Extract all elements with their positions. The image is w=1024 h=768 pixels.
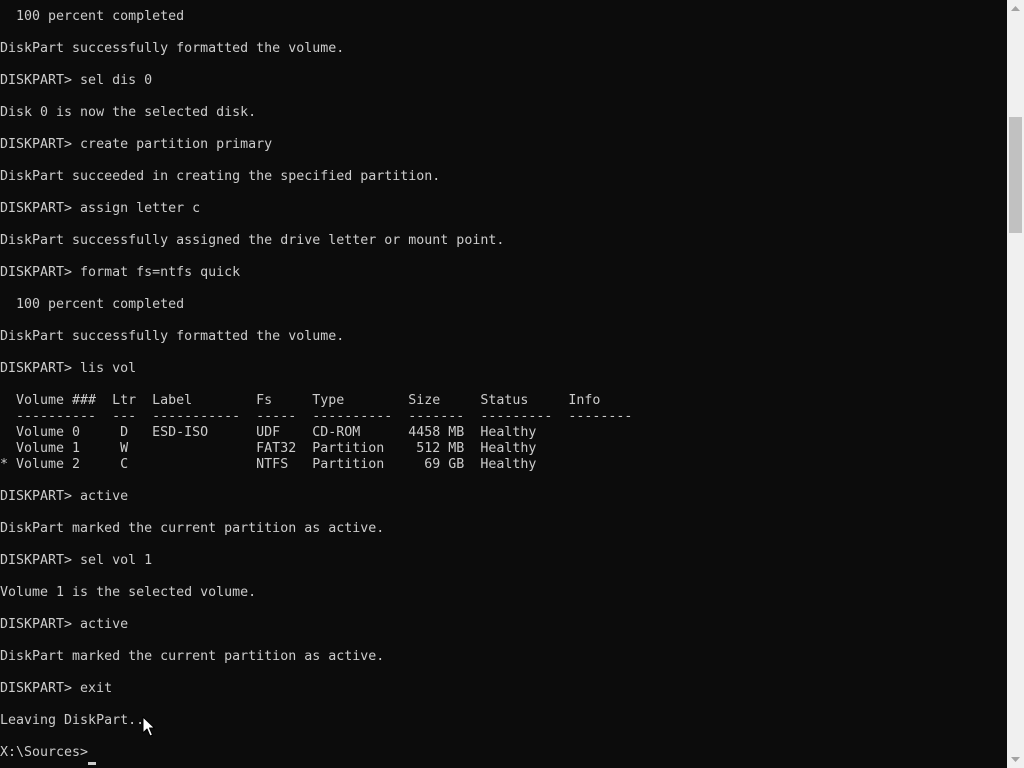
arrow-up-icon: [1011, 6, 1020, 11]
console-line: DiskPart successfully assigned the drive…: [0, 233, 505, 248]
console-line: 100 percent completed: [0, 297, 185, 312]
volume-table-row: * Volume 2 C NTFS Partition 69 GB Health…: [0, 457, 537, 472]
console-line: DISKPART> active: [0, 617, 129, 632]
console-line: Volume 1 is the selected volume.: [0, 585, 257, 600]
arrow-down-icon: [1011, 757, 1020, 762]
console-line: DISKPART> sel vol 1: [0, 553, 153, 568]
console-line: DISKPART> lis vol: [0, 361, 137, 376]
scroll-up-button[interactable]: [1007, 0, 1024, 17]
console-line: Leaving DiskPart...: [0, 713, 153, 728]
volume-table-header: Volume ### Ltr Label Fs Type Size Status…: [0, 393, 601, 408]
command-prompt[interactable]: X:\Sources>: [0, 745, 632, 761]
volume-table-separator: ---------- --- ----------- ----- -------…: [0, 409, 633, 424]
scroll-down-button[interactable]: [1007, 751, 1024, 768]
volume-table-row: Volume 1 W FAT32 Partition 512 MB Health…: [0, 441, 537, 456]
console-line: DiskPart marked the current partition as…: [0, 521, 385, 536]
vertical-scrollbar[interactable]: [1007, 0, 1024, 768]
console-line: DISKPART> assign letter c: [0, 201, 201, 216]
mouse-pointer-icon: [142, 716, 155, 737]
console-line: DISKPART> exit: [0, 681, 113, 696]
console-line: DiskPart successfully formatted the volu…: [0, 329, 345, 344]
console-line: DISKPART> sel dis 0: [0, 73, 153, 88]
console-output: 100 percent completed DiskPart successfu…: [0, 9, 633, 768]
console-line: 100 percent completed: [0, 9, 185, 24]
text-cursor: [88, 762, 96, 765]
console-line: DISKPART> create partition primary: [0, 137, 273, 152]
console-line: DiskPart marked the current partition as…: [0, 649, 385, 664]
console-line: DISKPART> format fs=ntfs quick: [0, 265, 241, 280]
console-line: Disk 0 is now the selected disk.: [0, 105, 257, 120]
console-window[interactable]: 100 percent completed DiskPart successfu…: [0, 0, 1007, 768]
console-line: DiskPart succeeded in creating the speci…: [0, 169, 441, 184]
console-line: DISKPART> active: [0, 489, 129, 504]
scroll-thumb[interactable]: [1009, 117, 1022, 233]
console-line: DiskPart successfully formatted the volu…: [0, 41, 345, 56]
volume-table-row: Volume 0 D ESD-ISO UDF CD-ROM 4458 MB He…: [0, 425, 537, 440]
